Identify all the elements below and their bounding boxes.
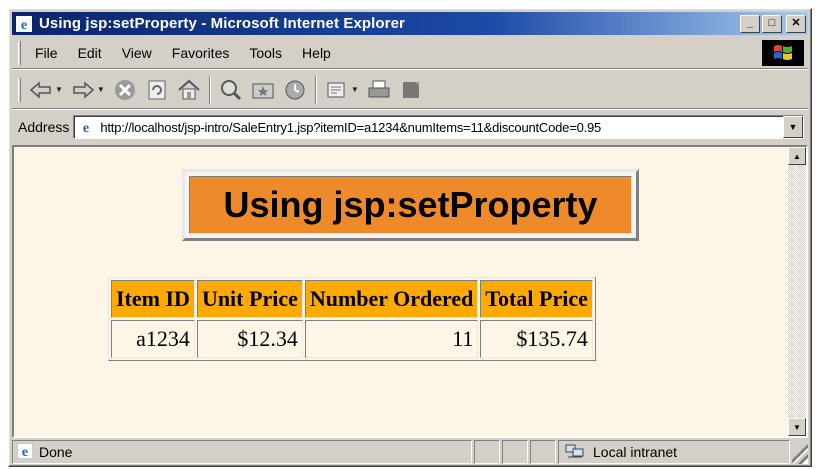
page-content: Using jsp:setProperty Item ID Unit Price…: [14, 147, 788, 436]
status-panel-empty: [474, 440, 500, 464]
back-icon[interactable]: [25, 75, 57, 105]
address-bar: Address e http://localhost/jsp-intro/Sal…: [12, 111, 808, 143]
table-row: a1234 $12.34 11 $135.74: [111, 320, 593, 358]
toolbar-separator: [208, 75, 211, 104]
forward-dropdown-icon[interactable]: ▼: [97, 85, 105, 94]
table-header-row: Item ID Unit Price Number Ordered Total …: [111, 280, 593, 318]
resize-grip[interactable]: [792, 440, 808, 464]
vertical-scrollbar[interactable]: ▲ ▼: [788, 147, 806, 436]
page-title-frame: Using jsp:setProperty: [182, 169, 639, 241]
mail-dropdown-icon[interactable]: ▼: [351, 85, 359, 94]
column-header-number-ordered: Number Ordered: [304, 280, 479, 318]
standard-toolbar: ▼ ▼ ▼: [12, 71, 808, 109]
cell-number-ordered: 11: [304, 320, 479, 358]
close-button[interactable]: ✕: [786, 14, 806, 33]
page-icon: e: [76, 119, 96, 135]
address-field[interactable]: e http://localhost/jsp-intro/SaleEntry1.…: [73, 115, 804, 139]
window-title: Using jsp:setProperty - Microsoft Intern…: [39, 15, 405, 32]
status-panel-empty: [530, 440, 556, 464]
status-text: Done: [39, 444, 73, 460]
refresh-icon[interactable]: [141, 75, 173, 105]
forward-icon[interactable]: [67, 75, 99, 105]
menu-file[interactable]: File: [25, 45, 68, 61]
menu-favorites[interactable]: Favorites: [162, 45, 240, 61]
status-zone: Local intranet: [558, 440, 790, 464]
page-title: Using jsp:setProperty: [223, 184, 598, 225]
intranet-icon: [565, 443, 585, 462]
column-header-item-id: Item ID: [111, 280, 195, 318]
windows-logo-icon: [762, 39, 804, 66]
address-dropdown-icon[interactable]: ▼: [783, 116, 803, 138]
menu-edit[interactable]: Edit: [68, 45, 112, 61]
column-header-total-price: Total Price: [480, 280, 593, 318]
svg-text:e: e: [21, 18, 27, 32]
cell-unit-price: $12.34: [196, 320, 303, 358]
page-viewport: Using jsp:setProperty Item ID Unit Price…: [12, 145, 808, 438]
column-header-unit-price: Unit Price: [196, 280, 303, 318]
status-page-icon: e: [16, 442, 34, 462]
zone-label: Local intranet: [593, 444, 678, 460]
toolbar-separator: [314, 75, 317, 104]
browser-window: e Using jsp:setProperty - Microsoft Inte…: [8, 8, 812, 467]
svg-text:e: e: [22, 445, 28, 459]
search-icon[interactable]: [215, 75, 247, 105]
minimize-button[interactable]: _: [740, 14, 760, 33]
ie-icon: e: [15, 15, 33, 33]
history-icon[interactable]: [279, 75, 311, 105]
cell-item-id: a1234: [111, 320, 195, 358]
menu-bar: File Edit View Favorites Tools Help: [12, 37, 808, 69]
maximize-button[interactable]: □: [762, 14, 782, 33]
title-bar[interactable]: e Using jsp:setProperty - Microsoft Inte…: [12, 12, 808, 35]
mail-icon[interactable]: [321, 75, 353, 105]
address-url[interactable]: http://localhost/jsp-intro/SaleEntry1.js…: [100, 120, 601, 135]
edit-icon[interactable]: [395, 75, 427, 105]
menu-view[interactable]: View: [112, 45, 162, 61]
page-title-cell: Using jsp:setProperty: [189, 176, 632, 234]
status-panel-empty: [502, 440, 528, 464]
scroll-up-icon[interactable]: ▲: [788, 147, 806, 165]
status-main: e Done: [12, 440, 472, 464]
menu-help[interactable]: Help: [292, 45, 341, 61]
home-icon[interactable]: [173, 75, 205, 105]
menu-grip[interactable]: [18, 40, 21, 65]
svg-text:e: e: [83, 121, 89, 135]
status-bar: e Done Local intranet: [12, 440, 808, 464]
order-table: Item ID Unit Price Number Ordered Total …: [108, 277, 596, 361]
address-label: Address: [18, 119, 70, 135]
favorites-icon[interactable]: [247, 75, 279, 105]
toolbar-grip[interactable]: [18, 77, 21, 102]
stop-icon[interactable]: [109, 75, 141, 105]
menu-tools[interactable]: Tools: [239, 45, 292, 61]
print-icon[interactable]: [363, 75, 395, 105]
scroll-down-icon[interactable]: ▼: [788, 418, 806, 436]
cell-total-price: $135.74: [480, 320, 593, 358]
back-dropdown-icon[interactable]: ▼: [55, 85, 63, 94]
